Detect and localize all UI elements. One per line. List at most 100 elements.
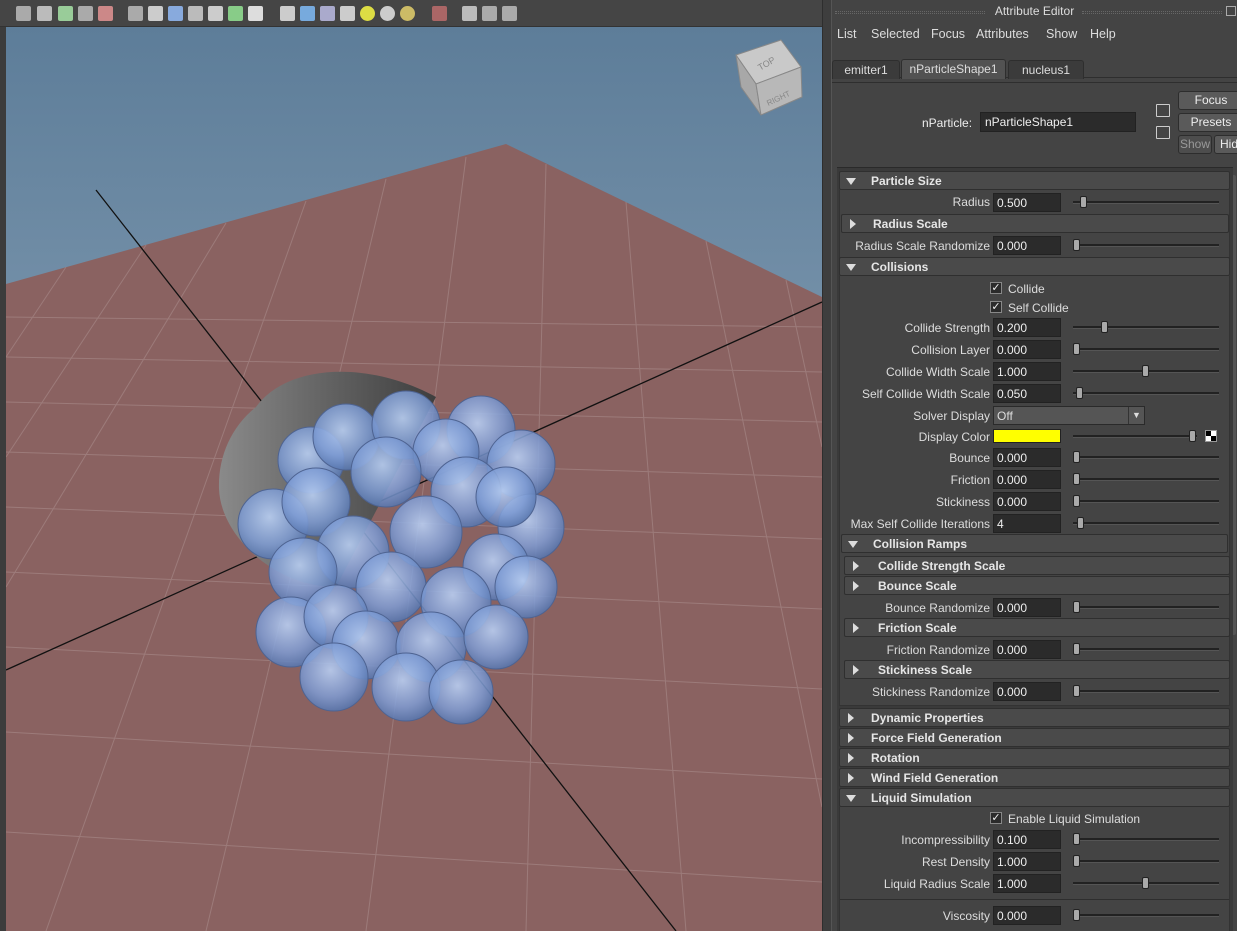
tab-nparticleshape1[interactable]: nParticleShape1 bbox=[901, 59, 1006, 79]
slider-thumb[interactable] bbox=[1076, 387, 1083, 399]
title-drag-handle[interactable] bbox=[835, 11, 985, 14]
collide-strength-field[interactable] bbox=[993, 318, 1061, 337]
viewport-scene[interactable]: TOP RIGHT bbox=[6, 27, 822, 931]
show-button[interactable]: Show bbox=[1178, 135, 1212, 154]
viscosity-field[interactable] bbox=[993, 906, 1061, 925]
display-color-slider[interactable] bbox=[1073, 430, 1197, 442]
use-lights-icon[interactable] bbox=[360, 6, 375, 21]
radius-field[interactable] bbox=[993, 193, 1061, 212]
focus-button[interactable]: Focus bbox=[1178, 91, 1237, 110]
grid-icon[interactable] bbox=[128, 6, 143, 21]
3d-viewport[interactable]: TOP RIGHT bbox=[0, 0, 822, 931]
slider-thumb[interactable] bbox=[1073, 643, 1080, 655]
collide-width-scale-slider[interactable] bbox=[1073, 365, 1219, 377]
incompressibility-slider[interactable] bbox=[1073, 833, 1219, 845]
texture-map-icon[interactable] bbox=[1205, 430, 1217, 442]
bounce-slider[interactable] bbox=[1073, 451, 1219, 463]
chevron-down-icon[interactable]: ▼ bbox=[1128, 407, 1144, 424]
section-wind-field-generation[interactable]: Wind Field Generation bbox=[839, 768, 1230, 787]
self-collide-checkbox[interactable]: ✓ bbox=[990, 301, 1002, 313]
menu-focus[interactable]: Focus bbox=[931, 27, 965, 41]
incompressibility-field[interactable] bbox=[993, 830, 1061, 849]
self-collide-width-scale-field[interactable] bbox=[993, 384, 1061, 403]
viscosity-slider[interactable] bbox=[1073, 909, 1219, 921]
slider-thumb[interactable] bbox=[1073, 855, 1080, 867]
slider-thumb[interactable] bbox=[1189, 430, 1196, 442]
slider-thumb[interactable] bbox=[1142, 877, 1149, 889]
stickiness-randomize-slider[interactable] bbox=[1073, 685, 1219, 697]
input-connection-icon[interactable] bbox=[1156, 104, 1170, 117]
collide-checkbox[interactable]: ✓ bbox=[990, 282, 1002, 294]
field-chart-icon[interactable] bbox=[208, 6, 223, 21]
friction-slider[interactable] bbox=[1073, 473, 1219, 485]
smooth-shade-icon[interactable] bbox=[300, 6, 315, 21]
stickiness-slider[interactable] bbox=[1073, 495, 1219, 507]
wireframe-icon[interactable] bbox=[280, 6, 295, 21]
rest-density-slider[interactable] bbox=[1073, 855, 1219, 867]
xray-icon[interactable] bbox=[462, 6, 477, 21]
section-liquid-simulation[interactable]: Liquid Simulation bbox=[839, 788, 1230, 807]
slider-thumb[interactable] bbox=[1073, 833, 1080, 845]
hide-button[interactable]: Hid bbox=[1214, 135, 1237, 154]
slider-thumb[interactable] bbox=[1142, 365, 1149, 377]
collide-strength-slider[interactable] bbox=[1073, 321, 1219, 333]
liquid-radius-scale-field[interactable] bbox=[993, 874, 1061, 893]
section-force-field-generation[interactable]: Force Field Generation bbox=[839, 728, 1230, 747]
safe-title-icon[interactable] bbox=[248, 6, 263, 21]
section-stickiness-scale[interactable]: Stickiness Scale bbox=[844, 660, 1230, 679]
section-friction-scale[interactable]: Friction Scale bbox=[844, 618, 1230, 637]
bounce-randomize-slider[interactable] bbox=[1073, 601, 1219, 613]
gate-mask-icon[interactable] bbox=[188, 6, 203, 21]
resolution-gate-icon[interactable] bbox=[168, 6, 183, 21]
slider-thumb[interactable] bbox=[1101, 321, 1108, 333]
section-collisions[interactable]: Collisions bbox=[839, 257, 1230, 276]
enable-liquid-simulation-checkbox[interactable]: ✓ bbox=[990, 812, 1002, 824]
friction-randomize-field[interactable] bbox=[993, 640, 1061, 659]
slider-thumb[interactable] bbox=[1073, 909, 1080, 921]
slider-thumb[interactable] bbox=[1073, 601, 1080, 613]
slider-thumb[interactable] bbox=[1073, 685, 1080, 697]
xray-components-icon[interactable] bbox=[502, 6, 517, 21]
menu-selected[interactable]: Selected bbox=[871, 27, 920, 41]
friction-randomize-slider[interactable] bbox=[1073, 643, 1219, 655]
xray-joints-icon[interactable] bbox=[482, 6, 497, 21]
film-gate-icon[interactable] bbox=[148, 6, 163, 21]
max-self-collide-iterations-slider[interactable] bbox=[1073, 517, 1219, 529]
section-collide-strength-scale[interactable]: Collide Strength Scale bbox=[844, 556, 1230, 575]
2d-pan-zoom-icon[interactable] bbox=[78, 6, 93, 21]
float-panel-icon[interactable] bbox=[1226, 6, 1236, 16]
collision-layer-slider[interactable] bbox=[1073, 343, 1219, 355]
presets-button[interactable]: Presets bbox=[1178, 113, 1237, 132]
stickiness-field[interactable] bbox=[993, 492, 1061, 511]
grease-pencil-icon[interactable] bbox=[98, 6, 113, 21]
menu-show[interactable]: Show bbox=[1046, 27, 1077, 41]
solver-display-dropdown[interactable]: Off ▼ bbox=[993, 406, 1145, 425]
textured-icon[interactable] bbox=[340, 6, 355, 21]
section-bounce-scale[interactable]: Bounce Scale bbox=[844, 576, 1230, 595]
display-color-swatch[interactable] bbox=[993, 429, 1061, 443]
menu-help[interactable]: Help bbox=[1090, 27, 1116, 41]
slider-thumb[interactable] bbox=[1073, 473, 1080, 485]
title-drag-handle[interactable] bbox=[1082, 11, 1222, 14]
collision-layer-field[interactable] bbox=[993, 340, 1061, 359]
image-plane-icon[interactable] bbox=[58, 6, 73, 21]
tab-nucleus1[interactable]: nucleus1 bbox=[1008, 60, 1084, 79]
panel-splitter[interactable] bbox=[822, 0, 832, 931]
safe-action-icon[interactable] bbox=[228, 6, 243, 21]
self-collide-width-scale-slider[interactable] bbox=[1073, 387, 1219, 399]
collide-width-scale-field[interactable] bbox=[993, 362, 1061, 381]
ambient-occlusion-icon[interactable] bbox=[400, 6, 415, 21]
radius-slider[interactable] bbox=[1073, 196, 1219, 208]
section-dynamic-properties[interactable]: Dynamic Properties bbox=[839, 708, 1230, 727]
rest-density-field[interactable] bbox=[993, 852, 1061, 871]
radius-scale-randomize-field[interactable] bbox=[993, 236, 1061, 255]
liquid-radius-scale-slider[interactable] bbox=[1073, 877, 1219, 889]
tab-emitter1[interactable]: emitter1 bbox=[832, 60, 900, 79]
slider-thumb[interactable] bbox=[1080, 196, 1087, 208]
bounce-field[interactable] bbox=[993, 448, 1061, 467]
section-particle-size[interactable]: Particle Size bbox=[839, 171, 1230, 190]
slider-thumb[interactable] bbox=[1077, 517, 1084, 529]
radius-scale-randomize-slider[interactable] bbox=[1073, 239, 1219, 251]
bookmarks-icon[interactable] bbox=[37, 6, 52, 21]
bounce-randomize-field[interactable] bbox=[993, 598, 1061, 617]
